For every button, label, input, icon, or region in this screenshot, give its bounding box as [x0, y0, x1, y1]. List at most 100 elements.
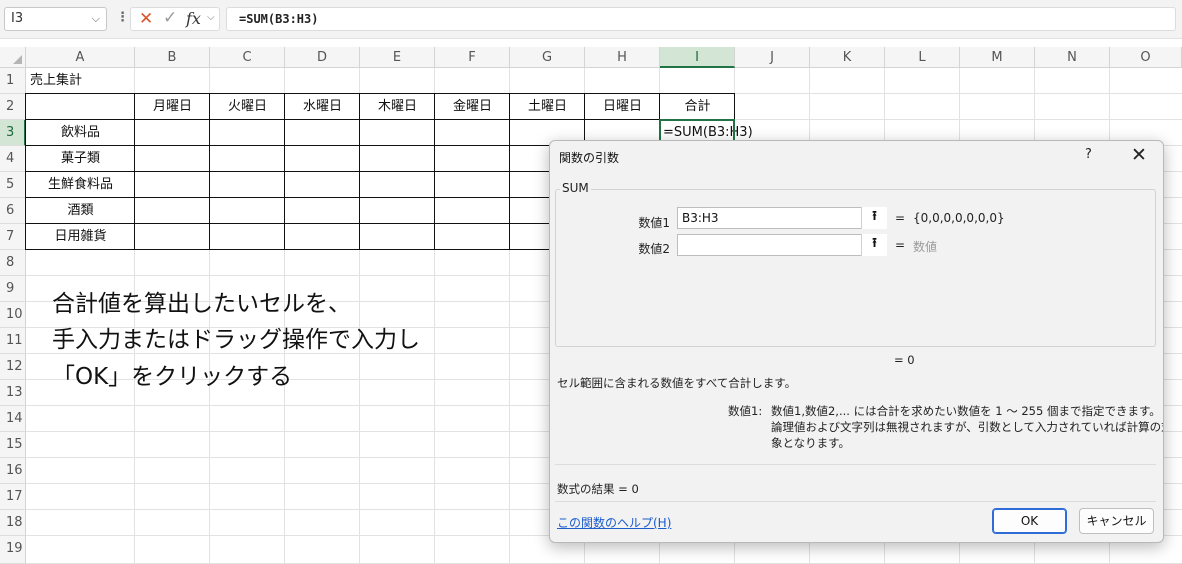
- confirm-entry-icon[interactable]: ✓: [163, 8, 177, 28]
- row-header-12[interactable]: 12: [0, 354, 26, 380]
- select-all-button[interactable]: [0, 47, 26, 68]
- table-border: [434, 171, 510, 198]
- function-help-link[interactable]: この関数のヘルプ(H): [557, 514, 671, 531]
- table-border: [209, 171, 285, 198]
- table-border: [284, 119, 360, 146]
- row-header-6[interactable]: 6: [0, 198, 26, 224]
- close-icon[interactable]: ✕: [1131, 144, 1147, 166]
- arg2-result: 数値: [913, 240, 938, 254]
- cancel-entry-icon[interactable]: ✕: [139, 9, 153, 29]
- table-border: [434, 119, 510, 146]
- row-header-9[interactable]: 9: [0, 276, 26, 302]
- column-header-h[interactable]: H: [585, 47, 660, 68]
- row-header-11[interactable]: 11: [0, 328, 26, 354]
- row-header-10[interactable]: 10: [0, 302, 26, 328]
- table-border: [25, 93, 135, 120]
- arg-help-line: 論理値および文字列は無視されますが、引数として入力されていれば計算の対: [771, 420, 1164, 434]
- column-header-i[interactable]: I: [660, 47, 735, 68]
- column-header-d[interactable]: D: [285, 47, 360, 68]
- category-cell[interactable]: 生鮮食料品: [26, 172, 135, 197]
- collapse-dialog-icon[interactable]: ⭱: [861, 207, 887, 229]
- column-header-a[interactable]: A: [26, 47, 135, 68]
- column-header-m[interactable]: M: [960, 47, 1035, 68]
- category-cell[interactable]: 飲料品: [26, 120, 135, 145]
- table-border: [284, 145, 360, 172]
- category-cell[interactable]: 日用雑貨: [26, 224, 135, 249]
- table-border: [134, 197, 210, 224]
- formula-result: 数式の結果 = 0: [557, 482, 639, 496]
- table-border: [359, 197, 435, 224]
- header-cell[interactable]: 日曜日: [585, 94, 660, 119]
- chevron-down-icon[interactable]: ⌵: [207, 12, 215, 23]
- column-header-c[interactable]: C: [210, 47, 285, 68]
- column-header-f[interactable]: F: [435, 47, 510, 68]
- arg-help-line: 数値1,数値2,... には合計を求めたい数値を 1 ～ 255 個まで指定でき…: [771, 404, 1161, 418]
- row-header-15[interactable]: 15: [0, 432, 26, 458]
- header-cell[interactable]: 金曜日: [435, 94, 510, 119]
- row-header-14[interactable]: 14: [0, 406, 26, 432]
- table-border: [134, 145, 210, 172]
- more-options-icon[interactable]: ⋮: [116, 10, 129, 25]
- header-cell[interactable]: 合計: [660, 94, 735, 119]
- arg-help-label: 数値1:: [728, 404, 763, 418]
- row-header-2[interactable]: 2: [0, 94, 26, 120]
- table-border: [434, 145, 510, 172]
- row-header-1[interactable]: 1: [0, 68, 26, 94]
- row-header-5[interactable]: 5: [0, 172, 26, 198]
- formula-input[interactable]: =SUM(B3:H3): [226, 7, 1176, 31]
- table-border: [209, 223, 285, 250]
- column-header-o[interactable]: O: [1110, 47, 1182, 68]
- table-border: [359, 145, 435, 172]
- table-border: [134, 171, 210, 198]
- column-header-l[interactable]: L: [885, 47, 960, 68]
- row-header-7[interactable]: 7: [0, 224, 26, 250]
- ok-button[interactable]: OK: [992, 508, 1067, 534]
- function-name: SUM: [560, 181, 591, 195]
- arg1-label: 数値1: [638, 216, 670, 230]
- arg-help-line: 象となります。: [771, 436, 851, 450]
- formula-actions: ✕ ✓ fx ⌵: [130, 7, 220, 31]
- header-cell[interactable]: 火曜日: [210, 94, 285, 119]
- function-description: セル範囲に含まれる数値をすべて合計します。: [557, 376, 797, 390]
- category-cell[interactable]: 菓子類: [26, 146, 135, 171]
- row-header-16[interactable]: 16: [0, 458, 26, 484]
- cancel-button[interactable]: キャンセル: [1079, 508, 1154, 534]
- row-header-19[interactable]: 19: [0, 536, 26, 564]
- dialog-title: 関数の引数: [559, 151, 620, 165]
- table-border: [284, 171, 360, 198]
- table-border: [434, 223, 510, 250]
- collapse-dialog-icon[interactable]: ⭱: [861, 234, 887, 256]
- row-header-8[interactable]: 8: [0, 250, 26, 276]
- category-cell[interactable]: 酒類: [26, 198, 135, 223]
- row-header-3[interactable]: 3: [0, 120, 26, 146]
- insert-function-icon[interactable]: fx: [186, 9, 201, 28]
- table-border: [209, 119, 285, 146]
- arg2-equals: =: [895, 238, 906, 252]
- column-header-j[interactable]: J: [735, 47, 810, 68]
- row-header-4[interactable]: 4: [0, 146, 26, 172]
- function-arguments-dialog: 関数の引数 ? ✕ SUM 数値1 B3:H3 ⭱ = {0,0,0,0,0,0…: [549, 140, 1164, 543]
- header-cell[interactable]: 土曜日: [510, 94, 585, 119]
- column-header-k[interactable]: K: [810, 47, 885, 68]
- table-border: [209, 145, 285, 172]
- column-header-b[interactable]: B: [135, 47, 210, 68]
- row-header-17[interactable]: 17: [0, 484, 26, 510]
- header-cell[interactable]: 水曜日: [285, 94, 360, 119]
- cell-a1[interactable]: 売上集計: [30, 68, 82, 93]
- arg2-input[interactable]: [677, 234, 887, 256]
- name-box[interactable]: I3 ⌵: [4, 7, 107, 31]
- instruction-text: 「OK」をクリックする: [52, 364, 293, 390]
- column-header-e[interactable]: E: [360, 47, 435, 68]
- instruction-text: 手入力またはドラッグ操作で入力し: [52, 327, 420, 353]
- header-cell[interactable]: 月曜日: [135, 94, 210, 119]
- header-cell[interactable]: 木曜日: [360, 94, 435, 119]
- column-header-n[interactable]: N: [1035, 47, 1110, 68]
- column-header-g[interactable]: G: [510, 47, 585, 68]
- row-header-13[interactable]: 13: [0, 380, 26, 406]
- chevron-down-icon[interactable]: ⌵: [92, 8, 100, 30]
- table-border: [434, 197, 510, 224]
- table-border: [359, 223, 435, 250]
- row-header-18[interactable]: 18: [0, 510, 26, 536]
- arg1-input[interactable]: B3:H3: [677, 207, 887, 229]
- help-icon[interactable]: ?: [1085, 147, 1092, 162]
